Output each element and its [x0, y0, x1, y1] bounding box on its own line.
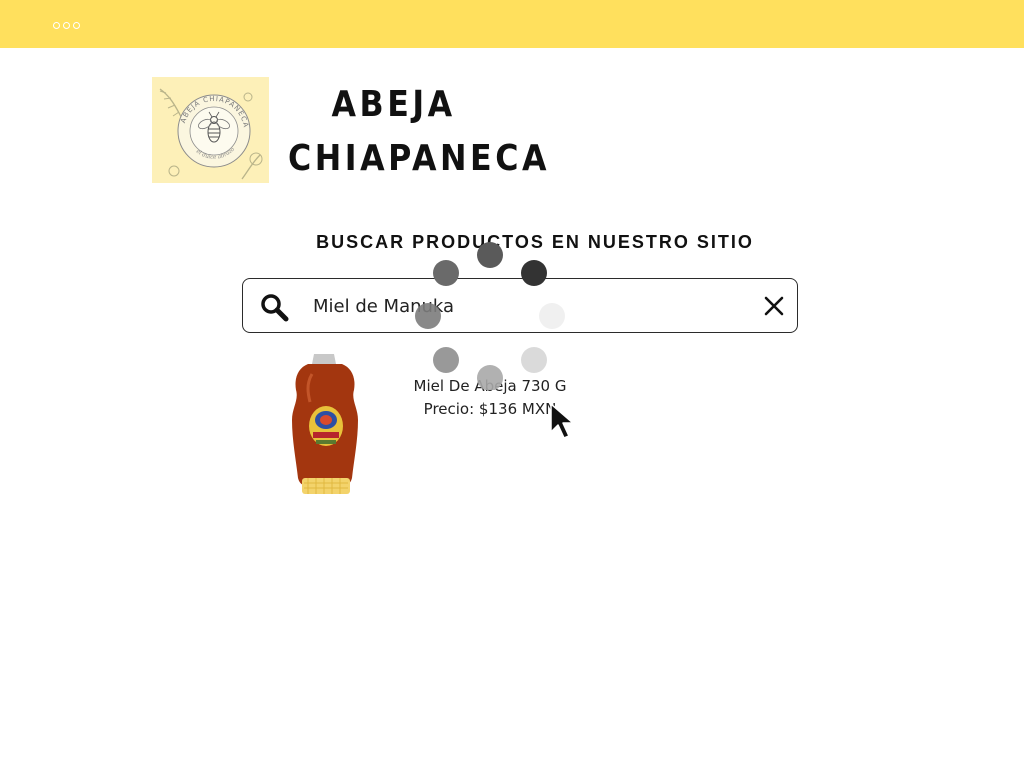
top-bar: [0, 0, 1024, 48]
honey-bottle-image[interactable]: [286, 350, 366, 496]
search-heading: BUSCAR PRODUCTOS EN NUESTRO SITIO: [316, 232, 754, 252]
brand-name-line2: CHIAPANECA: [288, 138, 551, 179]
brand-name[interactable]: ABEJA CHIAPANECA: [288, 78, 551, 186]
brand-logo[interactable]: ABEJA CHIAPANECA el dulce abrazo: [152, 77, 269, 183]
search-result-item[interactable]: Miel De Abeja 730 G Precio: $136 MXN: [280, 348, 600, 498]
search-input[interactable]: [313, 291, 733, 321]
dot: [73, 21, 80, 29]
product-price: Precio: $136 MXN: [423, 400, 557, 418]
dot: [53, 21, 60, 29]
more-dots-icon[interactable]: [53, 19, 85, 31]
search-bar: [242, 278, 798, 333]
brand-name-line1: ABEJA: [331, 84, 456, 125]
product-name[interactable]: Miel De Abeja 730 G: [400, 377, 580, 395]
search-icon[interactable]: [259, 292, 289, 322]
dot: [63, 21, 70, 29]
close-icon[interactable]: [763, 295, 785, 317]
bee-logo-icon: ABEJA CHIAPANECA el dulce abrazo: [152, 77, 269, 183]
